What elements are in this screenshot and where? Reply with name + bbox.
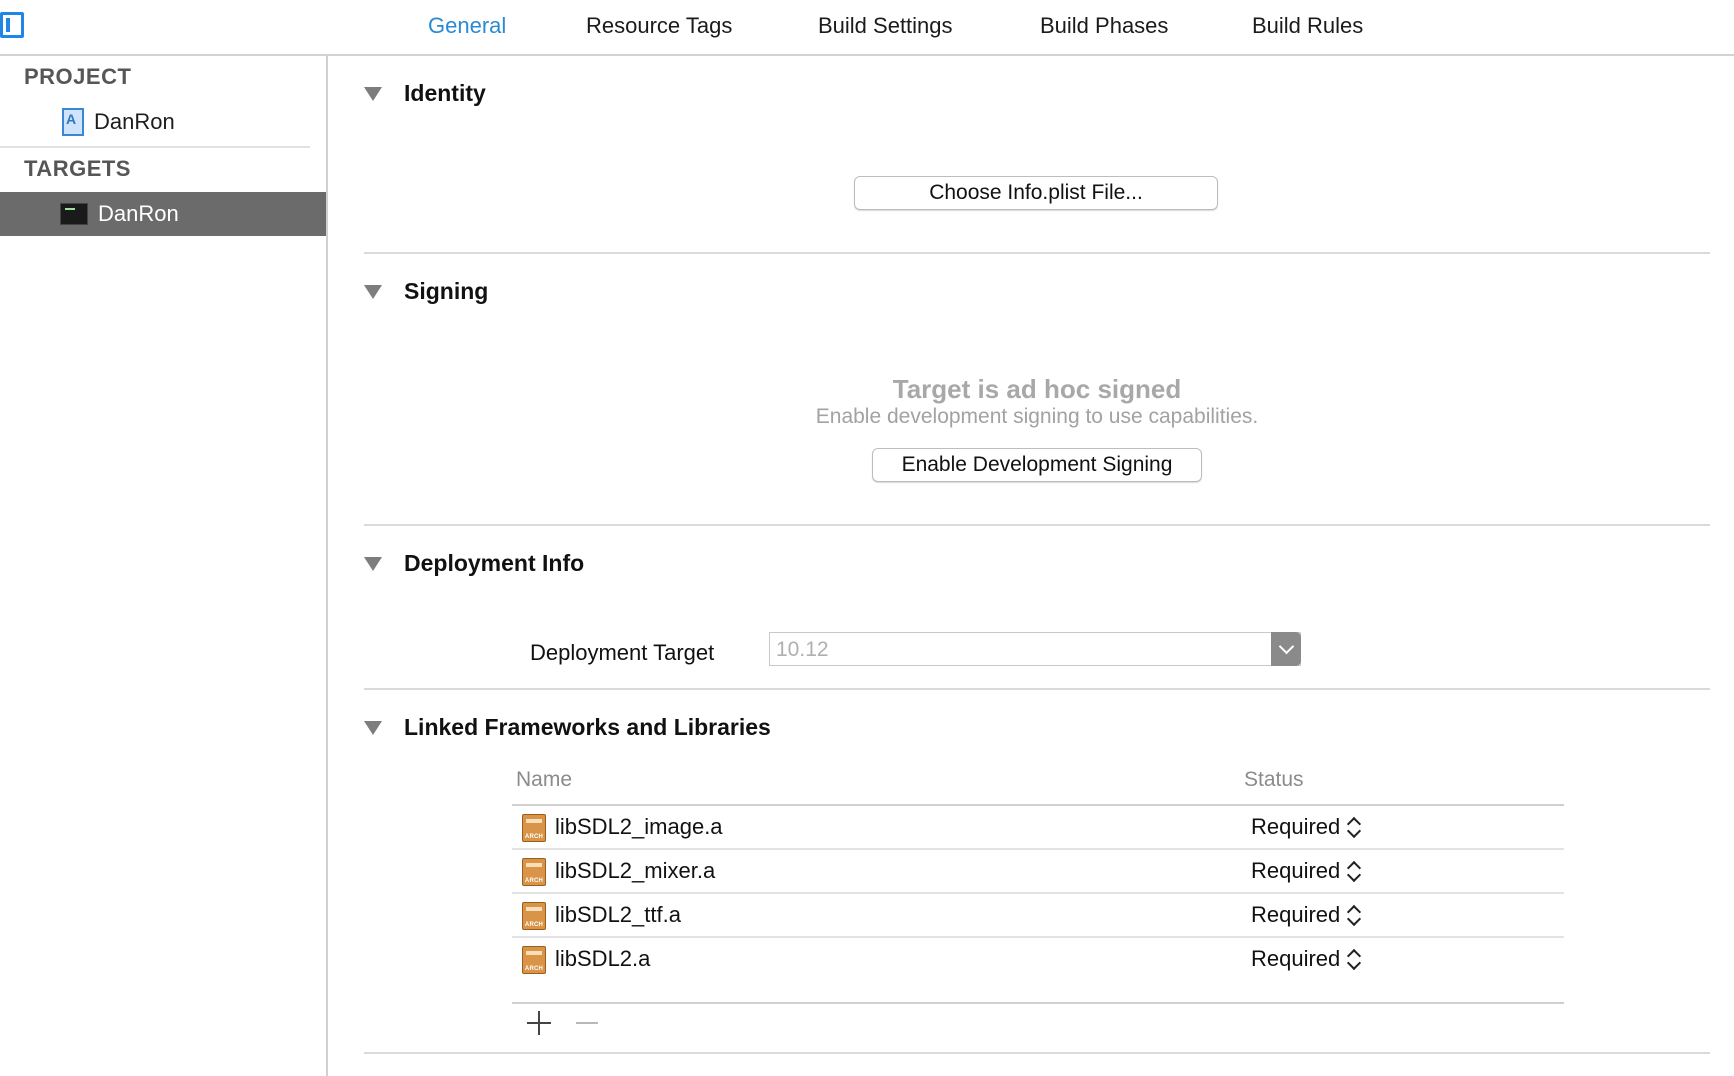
table-header: Name Status [512, 766, 1564, 806]
library-name: libSDL2.a [555, 946, 651, 971]
table-row[interactable]: ARCH libSDL2.a Required [512, 938, 1564, 980]
disclosure-triangle-icon[interactable] [364, 284, 382, 299]
column-header-status[interactable]: Status [1244, 768, 1304, 792]
static-library-icon: ARCH [522, 858, 546, 886]
status-popup[interactable]: Required [1251, 946, 1362, 972]
table-bottom-border [512, 1002, 1564, 1004]
section-divider [364, 1052, 1710, 1054]
sidebar-item-label: DanRon [98, 201, 179, 226]
disclosure-triangle-icon[interactable] [364, 556, 382, 571]
disclosure-triangle-icon[interactable] [364, 86, 382, 101]
column-header-name[interactable]: Name [516, 768, 572, 792]
library-name: libSDL2_ttf.a [555, 902, 681, 927]
status-value: Required [1251, 902, 1341, 927]
static-library-icon: ARCH [522, 946, 546, 974]
general-settings-editor: Identity Choose Info.plist File... Signi… [328, 56, 1734, 1076]
library-name: libSDL2_image.a [555, 814, 723, 839]
deployment-info-section-header[interactable]: Deployment Info [364, 550, 584, 577]
targets-header: TARGETS [24, 156, 131, 181]
library-icon-label: ARCH [524, 834, 544, 840]
section-title: Identity [404, 80, 486, 106]
section-divider [364, 252, 1710, 254]
disclosure-triangle-icon[interactable] [364, 720, 382, 735]
table-row[interactable]: ARCH libSDL2_mixer.a Required [512, 850, 1564, 894]
status-value: Required [1251, 814, 1341, 839]
project-header: PROJECT [24, 64, 132, 89]
identity-section-header[interactable]: Identity [364, 80, 486, 107]
add-library-button[interactable] [526, 1010, 552, 1036]
up-down-arrows-icon [1346, 815, 1362, 839]
linked-libraries-table: Name Status ARCH libSDL2_image.a Require… [512, 766, 1564, 1035]
sidebar-item-label: DanRon [94, 109, 175, 134]
tab-build-rules[interactable]: Build Rules [1252, 13, 1363, 39]
status-popup[interactable]: Required [1251, 902, 1362, 928]
tab-general[interactable]: General [428, 13, 506, 39]
status-value: Required [1251, 858, 1341, 883]
status-value: Required [1251, 946, 1341, 971]
tab-resource-tags[interactable]: Resource Tags [586, 13, 732, 39]
deployment-target-label: Deployment Target [530, 640, 715, 665]
enable-development-signing-button[interactable]: Enable Development Signing [872, 448, 1202, 482]
sidebar-divider [0, 146, 310, 148]
table-row[interactable]: ARCH libSDL2_image.a Required [512, 806, 1564, 850]
terminal-app-icon [60, 203, 88, 225]
table-row[interactable]: ARCH libSDL2_ttf.a Required [512, 894, 1564, 938]
tab-build-settings[interactable]: Build Settings [818, 13, 953, 39]
section-title: Linked Frameworks and Libraries [404, 714, 771, 740]
static-library-icon: ARCH [522, 902, 546, 930]
remove-library-button[interactable] [574, 1010, 600, 1036]
project-target-sidebar: PROJECT DanRon TARGETS DanRon [0, 56, 328, 1076]
dropdown-button[interactable] [1271, 632, 1301, 666]
deployment-target-combobox[interactable]: 10.12 [769, 632, 1301, 666]
xcode-project-icon [62, 108, 84, 136]
static-library-icon: ARCH [522, 814, 546, 842]
signing-section-header[interactable]: Signing [364, 278, 488, 305]
section-divider [364, 688, 1710, 690]
up-down-arrows-icon [1346, 903, 1362, 927]
section-divider [364, 524, 1710, 526]
up-down-arrows-icon [1346, 859, 1362, 883]
choose-info-plist-button[interactable]: Choose Info.plist File... [854, 176, 1218, 210]
sidebar-item-target[interactable]: DanRon [0, 192, 326, 236]
library-icon-label: ARCH [524, 878, 544, 884]
tab-build-phases[interactable]: Build Phases [1040, 13, 1168, 39]
linked-frameworks-section-header[interactable]: Linked Frameworks and Libraries [364, 714, 771, 741]
library-icon-label: ARCH [524, 966, 544, 972]
status-popup[interactable]: Required [1251, 814, 1362, 840]
chevron-down-icon [1278, 638, 1294, 655]
status-popup[interactable]: Required [1251, 858, 1362, 884]
library-icon-label: ARCH [524, 922, 544, 928]
up-down-arrows-icon [1346, 947, 1362, 971]
section-title: Signing [404, 278, 489, 304]
library-name: libSDL2_mixer.a [555, 858, 716, 883]
deployment-target-value: 10.12 [776, 638, 829, 661]
signing-status-subtitle: Enable development signing to use capabi… [815, 405, 1259, 428]
signing-status-title: Target is ad hoc signed [892, 374, 1182, 404]
editor-tab-bar: General Resource Tags Build Settings Bui… [0, 0, 1734, 56]
sidebar-item-project[interactable]: DanRon [0, 100, 326, 144]
navigator-toggle-icon[interactable] [0, 12, 24, 38]
section-title: Deployment Info [404, 550, 585, 576]
